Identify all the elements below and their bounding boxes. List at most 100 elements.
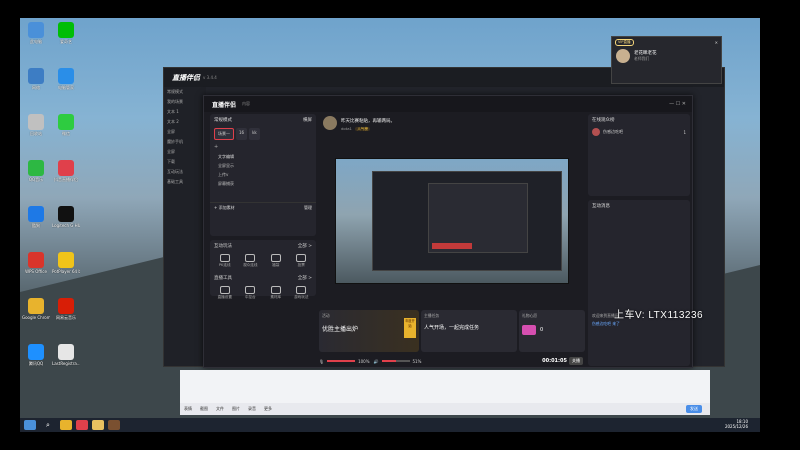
desktop-icon-label: LastRegistra... xyxy=(52,361,80,366)
chat-tool-item[interactable]: 图片 xyxy=(232,406,240,412)
background-sidebar-item[interactable]: 文本 1 xyxy=(164,107,206,117)
stop-live-button[interactable]: 关播 xyxy=(569,357,583,365)
source-item[interactable]: 屏幕捕获 xyxy=(210,179,316,188)
app-logo: 直播伴侣 xyxy=(212,101,237,109)
audience-card: 在线观众榜 伤感边吃吧 1 xyxy=(588,114,690,196)
background-sidebar-item[interactable]: 全屏 xyxy=(164,147,206,157)
tool-button[interactable]: 观众连线 xyxy=(240,254,260,268)
tool-button[interactable]: 素材库 xyxy=(266,286,286,300)
background-sidebar-item[interactable]: 文本 2 xyxy=(164,117,206,127)
tool-button[interactable]: 直播设置 xyxy=(215,286,235,300)
tools-row: PK连线 观众连线 福袋 投票 xyxy=(210,252,316,270)
link-icon xyxy=(245,254,256,262)
gift-wish-card[interactable]: 礼物心愿 0 xyxy=(519,310,585,352)
tool-label: 投票 xyxy=(297,263,305,267)
activity-card[interactable]: 活动 优胜主播出炉 年度开始 xyxy=(319,310,419,352)
chat-tool-item[interactable]: 文件 xyxy=(216,406,224,412)
tool-button[interactable]: 福袋 xyxy=(266,254,286,268)
desktop-icon[interactable]: 抖音直播伴侣 xyxy=(52,160,80,190)
search-icon[interactable]: ⌕ xyxy=(40,420,56,430)
background-sidebar-item[interactable]: 基础工具 xyxy=(164,177,206,187)
background-sidebar-item[interactable]: 常规模式 xyxy=(164,87,206,97)
host-name: dota1 xyxy=(341,126,352,131)
live-title[interactable]: 昨天比赛粘贴，再输两局。 xyxy=(341,118,395,124)
basic-tools-more-link[interactable]: 全部 > xyxy=(298,275,312,281)
desktop-icon[interactable]: 回收站 xyxy=(22,114,50,144)
desktop-icon[interactable]: 腾讯QQ xyxy=(22,344,50,374)
popular-badge[interactable]: 人气榜 xyxy=(355,127,370,131)
background-chat-window: 表情 截图 文件 图片 录音 更多 发送 xyxy=(180,370,710,415)
desktop-icon[interactable]: 爱奇艺 xyxy=(52,22,80,52)
background-sidebar-item[interactable]: 我的场景 xyxy=(164,97,206,107)
audience-title: 在线观众榜 xyxy=(592,118,615,123)
desktop-icon-label: 网易云音乐 xyxy=(56,315,76,320)
desktop-icon[interactable]: 网络 xyxy=(22,68,50,98)
scene-tab[interactable]: 16 xyxy=(236,128,248,140)
add-source-button[interactable]: + 添加素材 xyxy=(214,205,235,211)
tool-button[interactable]: PK连线 xyxy=(215,254,235,268)
tool-label: PK连线 xyxy=(218,263,231,267)
background-sidebar-item[interactable]: 下载 xyxy=(164,157,206,167)
audience-row[interactable]: 伤感边吃吧 1 xyxy=(588,126,690,138)
system-clock[interactable]: 18:10 2025/12/26 xyxy=(725,419,748,429)
vip-badge: VIP直播 xyxy=(615,38,634,46)
source-item[interactable]: 上传v xyxy=(210,170,316,179)
start-button[interactable] xyxy=(24,420,36,430)
send-button[interactable]: 发送 xyxy=(686,405,702,413)
speaker-icon[interactable]: 🔊 xyxy=(374,359,379,364)
close-icon[interactable]: ✕ xyxy=(715,40,718,45)
background-sidebar-item[interactable]: 全屏 xyxy=(164,127,206,137)
chat-tool-item[interactable]: 录音 xyxy=(248,406,256,412)
desktop-icon[interactable]: 此电脑 xyxy=(22,22,50,52)
chat-tool-item[interactable]: 截图 xyxy=(200,406,208,412)
manage-sources-button[interactable]: 管理 xyxy=(304,205,312,211)
tool-button[interactable]: 投票 xyxy=(291,254,311,268)
chat-card: 互动消息 欢迎来到直播间 伤感边吃吧 来了 xyxy=(588,200,690,366)
main-titlebar[interactable]: 直播伴侣 内容 — ☐ ✕ xyxy=(204,96,692,112)
app-icon xyxy=(58,252,74,268)
desktop-icon[interactable]: LastRegistra... xyxy=(52,344,80,374)
speaker-volume-slider[interactable] xyxy=(381,360,410,362)
chat-tool-item[interactable]: 表情 xyxy=(184,406,192,412)
taskbar-app-icon[interactable] xyxy=(76,420,88,430)
avatar[interactable] xyxy=(616,49,630,63)
add-scene-icon[interactable]: + xyxy=(210,142,316,152)
sources-header[interactable]: 文字编辑 xyxy=(210,152,316,161)
task-card[interactable]: 主播任务 人气开场，一起完成任务 xyxy=(421,310,517,352)
taskbar-app-icon[interactable] xyxy=(92,420,104,430)
background-sidebar-item[interactable]: 魔妙手机 xyxy=(164,137,206,147)
desktop-icon[interactable]: 电脑管家 xyxy=(52,68,80,98)
desktop-icon[interactable]: 网易云音乐 xyxy=(52,298,80,328)
source-item[interactable]: 全屏显示 xyxy=(210,161,316,170)
orientation-toggle[interactable]: 横屏 xyxy=(303,117,312,123)
window-controls[interactable]: — ☐ ✕ xyxy=(669,101,686,107)
background-sidebar-item[interactable]: 互动玩法 xyxy=(164,167,206,177)
chat-title: 互动消息 xyxy=(592,204,610,209)
scene-tab[interactable]: 场景一 xyxy=(214,128,234,140)
overlay-promo-text: 上车V: LTX113236 xyxy=(614,310,704,321)
taskbar-app-icon[interactable] xyxy=(108,420,120,430)
desktop-icon[interactable]: Logitech G HUB xyxy=(52,206,80,236)
taskbar-app-icon[interactable] xyxy=(60,420,72,430)
tool-button[interactable]: 中控台 xyxy=(240,286,260,300)
stream-preview[interactable] xyxy=(335,158,569,284)
app-subtitle: 内容 xyxy=(242,101,251,106)
mic-volume-slider[interactable] xyxy=(327,360,356,362)
floating-chat-window[interactable]: VIP直播 ✕ 老花眯老花 老师我们 xyxy=(611,36,722,84)
app-icon xyxy=(58,298,74,314)
desktop-icon[interactable]: WPS Office xyxy=(22,252,50,282)
mode-selector[interactable]: 常规模式 xyxy=(214,117,232,123)
live-timer: 00:01:05 xyxy=(542,358,567,364)
tools-more-link[interactable]: 全部 > xyxy=(298,243,312,249)
scene-tab[interactable]: kk xyxy=(249,128,260,140)
desktop-icon[interactable]: QQ音乐 xyxy=(22,160,50,190)
host-avatar[interactable] xyxy=(323,116,337,130)
tool-button[interactable]: 游戏玩法 xyxy=(291,286,311,300)
app-icon xyxy=(28,252,44,268)
chat-tool-item[interactable]: 更多 xyxy=(264,406,272,412)
desktop-icon[interactable]: PotPlayer 64 bit xyxy=(52,252,80,282)
desktop-icon[interactable]: 酷狗 xyxy=(22,206,50,236)
desktop-icon[interactable]: Google Chrome xyxy=(22,298,50,328)
mic-icon[interactable]: 🎙 xyxy=(319,359,324,364)
desktop-icon[interactable]: 微信 xyxy=(52,114,80,144)
